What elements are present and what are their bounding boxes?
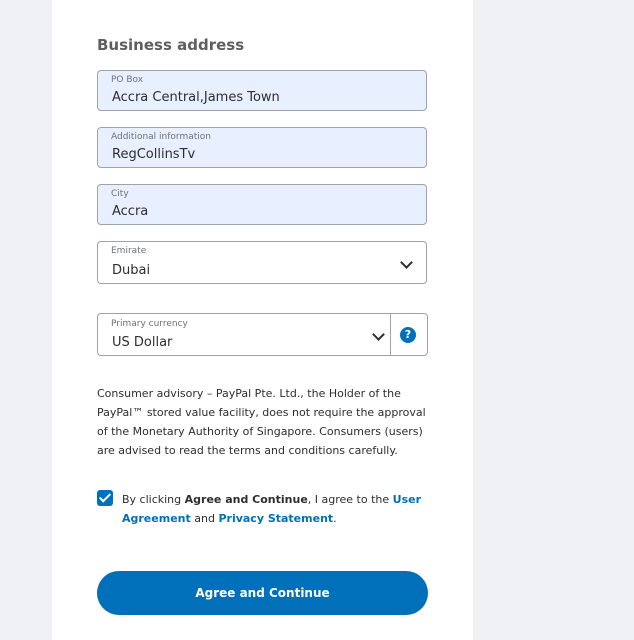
consent-text: By clicking Agree and Continue, I agree … xyxy=(122,490,422,528)
emirate-select[interactable]: Emirate Dubai xyxy=(97,241,427,284)
consent-middle: , I agree to the xyxy=(307,493,393,506)
chevron-down-icon[interactable] xyxy=(400,256,413,269)
agree-and-continue-button[interactable]: Agree and Continue xyxy=(97,571,428,615)
currency-label: Primary currency xyxy=(111,319,188,329)
primary-currency-select[interactable]: Primary currency US Dollar ? xyxy=(97,313,428,356)
emirate-value: Dubai xyxy=(112,263,151,278)
additional-info-value[interactable]: RegCollinsTv xyxy=(112,147,195,162)
checkmark-icon xyxy=(98,490,112,503)
currency-value: US Dollar xyxy=(112,335,173,350)
section-title: Business address xyxy=(97,36,245,54)
emirate-label: Emirate xyxy=(111,246,147,256)
help-icon[interactable]: ? xyxy=(400,327,416,343)
additional-info-label: Additional information xyxy=(111,132,211,142)
chevron-down-icon[interactable] xyxy=(372,328,385,341)
po-box-label: PO Box xyxy=(111,75,144,85)
city-value[interactable]: Accra xyxy=(112,204,148,219)
city-label: City xyxy=(111,189,129,199)
additional-info-field[interactable]: Additional information RegCollinsTv xyxy=(97,127,427,168)
consent-and: and xyxy=(190,512,219,525)
privacy-statement-link[interactable]: Privacy Statement xyxy=(218,512,333,525)
po-box-field[interactable]: PO Box Accra Central,James Town xyxy=(97,70,427,111)
po-box-value[interactable]: Accra Central,James Town xyxy=(112,90,280,105)
consent-suffix: . xyxy=(333,512,337,525)
consent-prefix: By clicking xyxy=(122,493,185,506)
city-field[interactable]: City Accra xyxy=(97,184,427,225)
agree-checkbox[interactable] xyxy=(97,490,113,506)
consent-emphasis: Agree and Continue xyxy=(184,493,308,506)
currency-divider xyxy=(390,314,391,355)
consumer-advisory: Consumer advisory – PayPal Pte. Ltd., th… xyxy=(97,387,426,457)
